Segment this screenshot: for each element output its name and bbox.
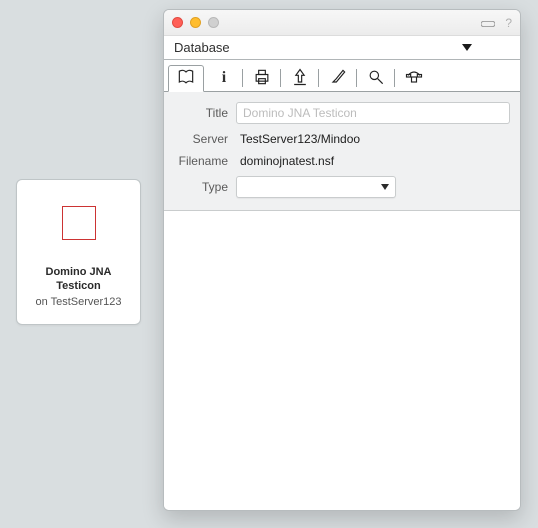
label-server: Server xyxy=(174,132,236,146)
phone-icon xyxy=(404,67,424,90)
help-icon[interactable]: ? xyxy=(505,16,512,30)
brush-icon xyxy=(328,67,348,90)
tab-basics[interactable] xyxy=(168,65,204,92)
label-type: Type xyxy=(174,180,236,194)
tile-title: Domino JNA Testicon xyxy=(38,266,120,294)
server-value: TestServer123/Mindoo xyxy=(236,132,510,146)
chevron-down-icon xyxy=(462,44,472,51)
label-filename: Filename xyxy=(174,154,236,168)
tab-info[interactable]: i xyxy=(206,65,242,91)
properties-form: Title Server TestServer123/Mindoo Filena… xyxy=(164,92,520,211)
printer-icon xyxy=(252,67,272,90)
tab-launch[interactable] xyxy=(282,65,318,91)
title-field[interactable] xyxy=(236,102,510,124)
window-controls xyxy=(172,17,219,28)
overflow-icon[interactable] xyxy=(481,16,495,30)
properties-body-blank xyxy=(164,211,520,511)
minimize-icon[interactable] xyxy=(190,17,201,28)
tab-design[interactable] xyxy=(320,65,356,91)
zoom-icon[interactable] xyxy=(208,17,219,28)
launch-icon xyxy=(290,67,310,90)
filename-value: dominojnatest.nsf xyxy=(236,154,510,168)
tile-icon-swatch xyxy=(62,206,96,240)
category-label: Database xyxy=(174,40,230,55)
category-dropdown[interactable]: Database xyxy=(164,36,520,60)
properties-window: ? Database i xyxy=(163,9,521,511)
tab-search[interactable] xyxy=(358,65,394,91)
close-icon[interactable] xyxy=(172,17,183,28)
database-tile[interactable]: Domino JNA Testicon on TestServer123 xyxy=(16,179,141,325)
tab-advanced[interactable] xyxy=(396,65,432,91)
window-titlebar[interactable]: ? xyxy=(164,10,520,36)
tab-print[interactable] xyxy=(244,65,280,91)
label-title: Title xyxy=(174,106,236,120)
tab-strip: i xyxy=(164,60,520,92)
search-icon xyxy=(366,67,386,90)
chevron-down-icon xyxy=(381,184,389,190)
tile-subtitle: on TestServer123 xyxy=(35,296,121,308)
book-icon xyxy=(176,67,196,90)
info-icon: i xyxy=(222,69,226,87)
type-select[interactable] xyxy=(236,176,396,198)
